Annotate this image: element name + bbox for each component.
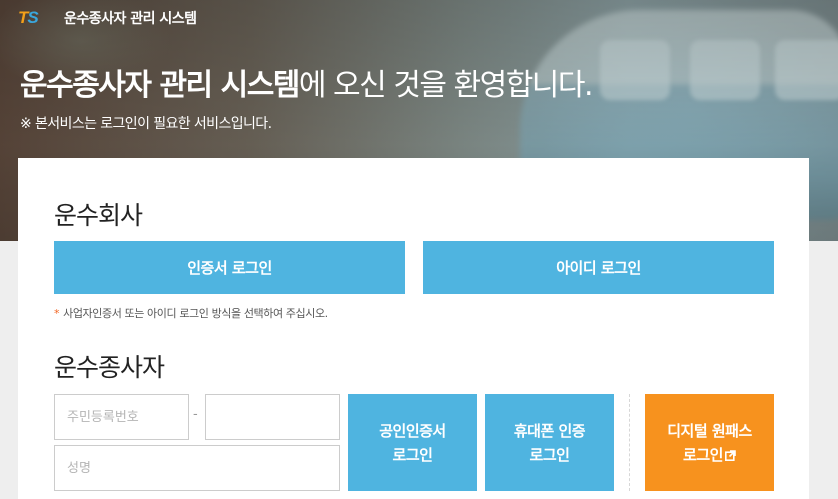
driver-section-title: 운수종사자 [54,353,165,382]
login-panel: 운수회사 인증서 로그인 아이디 로그인 * 사업자인증서 또는 아이디 로그인 … [18,158,809,499]
company-login-hint: * 사업자인증서 또는 아이디 로그인 방식을 선택하여 주십시오. [54,305,328,321]
pki-cert-login-line1: 공인인증서 [379,421,446,440]
phone-auth-login-line1: 휴대폰 인증 [513,421,586,440]
welcome-heading: 운수종사자 관리 시스템에 오신 것을 환영합니다. [20,60,594,104]
button-divider [629,394,630,491]
phone-auth-login-line2: 로그인 [529,445,570,464]
company-section-title: 운수회사 [54,201,143,230]
phone-auth-login-button[interactable]: 휴대폰 인증 로그인 [485,394,614,491]
app-title[interactable]: 운수종사자 관리 시스템 [64,8,197,28]
logo-letter-s: S [27,8,38,27]
rrn-back-input[interactable] [205,394,340,440]
logo-letter-t: T [18,8,28,27]
external-link-icon [724,449,736,461]
company-cert-login-button[interactable]: 인증서 로그인 [54,241,405,294]
welcome-heading-rest: 에 오신 것을 환영합니다. [298,68,594,103]
company-login-hint-text: 사업자인증서 또는 아이디 로그인 방식을 선택하여 주십시오. [63,307,328,320]
welcome-heading-bold: 운수종사자 관리 시스템 [20,68,300,103]
digital-onepass-line1: 디지털 원패스 [667,421,752,440]
rrn-front-input[interactable] [54,394,189,440]
ts-logo[interactable]: TS [18,8,56,27]
required-star: * [54,307,60,320]
name-input[interactable] [54,445,340,491]
digital-onepass-line2: 로그인 [683,445,723,464]
digital-onepass-login-button[interactable]: 디지털 원패스 로그인 [645,394,774,491]
company-id-login-button[interactable]: 아이디 로그인 [423,241,774,294]
pki-cert-login-line2: 로그인 [392,445,433,464]
digital-onepass-line2-wrap: 로그인 [683,443,736,467]
pki-cert-login-button[interactable]: 공인인증서 로그인 [348,394,477,491]
top-bar: TS 운수종사자 관리 시스템 [18,7,197,29]
rrn-dash: - [193,407,198,422]
login-required-notice: ※ 본서비스는 로그인이 필요한 서비스입니다. [20,116,272,132]
